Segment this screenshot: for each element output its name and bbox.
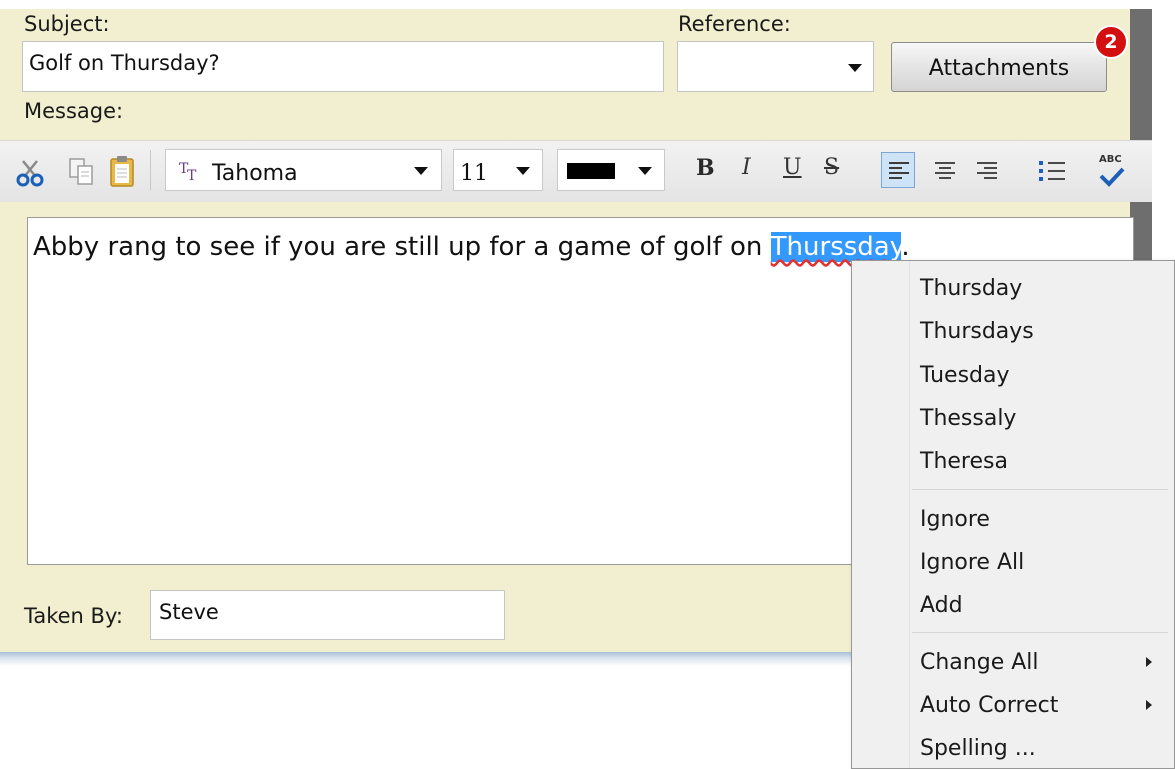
- top-strip: [0, 0, 1175, 9]
- message-text-before: Abby rang to see if you are still up for…: [33, 232, 771, 262]
- spelling-context-menu: Thursday Thursdays Tuesday Thessaly Ther…: [851, 260, 1175, 769]
- submenu-arrow-icon: [1146, 657, 1152, 667]
- toolbar-separator: [150, 150, 151, 190]
- menu-separator: [912, 632, 1168, 633]
- chevron-down-icon: [848, 64, 862, 72]
- spellcheck-button[interactable]: ABC: [1097, 154, 1127, 188]
- chevron-down-icon: [516, 167, 530, 175]
- message-text-after: .: [901, 232, 910, 262]
- chevron-down-icon: [638, 167, 652, 175]
- chevron-down-icon: [414, 167, 428, 175]
- align-right-icon[interactable]: [975, 161, 999, 181]
- font-size-select[interactable]: 11: [453, 149, 543, 191]
- paste-icon[interactable]: [108, 155, 136, 189]
- suggestion-item[interactable]: Thursday: [920, 276, 1022, 301]
- ignore-all-item[interactable]: Ignore All: [920, 550, 1024, 575]
- menu-gutter: [909, 261, 910, 768]
- subject-label: Subject:: [24, 12, 110, 36]
- strikethrough-button[interactable]: S: [824, 155, 839, 180]
- subject-value: Golf on Thursday?: [29, 51, 220, 75]
- change-all-item[interactable]: Change All: [920, 650, 1039, 675]
- attachments-button[interactable]: Attachments: [891, 42, 1107, 92]
- message-label: Message:: [24, 99, 124, 123]
- suggestion-item[interactable]: Tuesday: [920, 363, 1010, 388]
- bold-button[interactable]: B: [696, 155, 715, 181]
- ignore-item[interactable]: Ignore: [920, 507, 990, 532]
- taken-by-label: Taken By:: [24, 604, 123, 628]
- font-size-value: 11: [460, 161, 488, 186]
- copy-icon[interactable]: [68, 157, 96, 187]
- reference-select[interactable]: [677, 41, 874, 92]
- spellcheck-label: ABC: [1099, 154, 1122, 165]
- add-to-dictionary-item[interactable]: Add: [920, 593, 963, 618]
- message-text: Abby rang to see if you are still up for…: [33, 232, 910, 262]
- svg-text:T: T: [187, 168, 197, 183]
- suggestion-item[interactable]: Theresa: [920, 449, 1008, 474]
- misspelled-word-selection[interactable]: Thurssday: [770, 232, 902, 262]
- cut-icon[interactable]: [15, 159, 45, 187]
- taken-by-value: Steve: [159, 600, 219, 624]
- italic-button[interactable]: I: [742, 155, 751, 180]
- font-icon: T T: [179, 161, 197, 183]
- color-swatch: [567, 163, 615, 179]
- menu-separator: [912, 489, 1168, 490]
- attachments-button-label: Attachments: [928, 56, 1070, 81]
- bullet-list-icon[interactable]: [1037, 159, 1067, 183]
- align-center-icon[interactable]: [933, 161, 957, 181]
- align-left-icon: [889, 162, 909, 179]
- underline-button[interactable]: U: [783, 155, 802, 180]
- spelling-item[interactable]: Spelling ...: [920, 736, 1036, 761]
- font-family-value: Tahoma: [212, 161, 298, 186]
- formatting-toolbar: T T Tahoma 11 B I U S ABC: [0, 140, 1152, 202]
- suggestion-item[interactable]: Thursdays: [920, 319, 1034, 344]
- taken-by-field[interactable]: Steve: [150, 590, 505, 640]
- align-left-button[interactable]: [881, 152, 915, 188]
- reference-label: Reference:: [678, 12, 791, 36]
- spellcheck-icon: [1099, 167, 1125, 187]
- suggestion-item[interactable]: Thessaly: [920, 406, 1016, 431]
- auto-correct-item[interactable]: Auto Correct: [920, 693, 1058, 718]
- subject-field[interactable]: Golf on Thursday?: [22, 41, 664, 92]
- attachments-count-badge: 2: [1094, 25, 1128, 59]
- text-color-select[interactable]: [557, 149, 665, 191]
- submenu-arrow-icon: [1146, 700, 1152, 710]
- font-family-select[interactable]: T T Tahoma: [165, 149, 442, 191]
